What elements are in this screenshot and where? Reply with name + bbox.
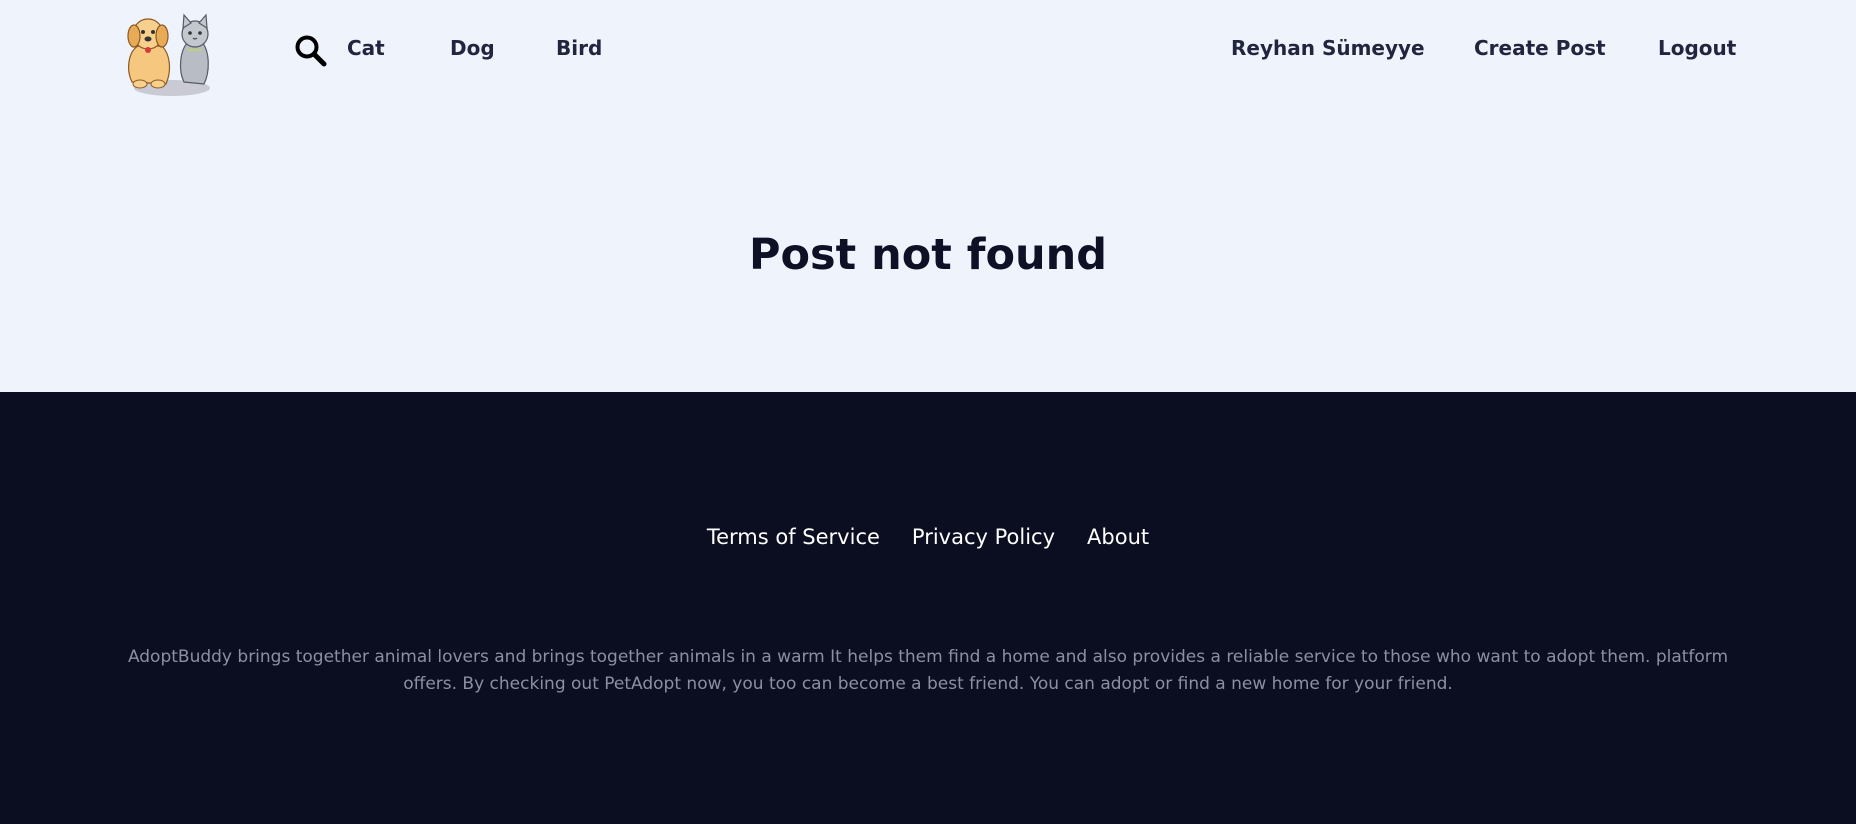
create-post-link[interactable]: Create Post [1474, 36, 1606, 60]
nav-link-cat[interactable]: Cat [347, 36, 385, 60]
nav-link-bird[interactable]: Bird [556, 36, 602, 60]
page-title: Post not found [748, 230, 1108, 280]
dog-and-cat-logo[interactable] [118, 10, 226, 98]
site-header: Cat Dog Bird Reyhan Sümeyye Create Post … [0, 0, 1856, 100]
site-footer: Terms of Service Privacy Policy About Ad… [0, 392, 1856, 824]
logout-link[interactable]: Logout [1658, 36, 1736, 60]
user-profile-link[interactable]: Reyhan Sümeyye [1231, 36, 1425, 60]
search-icon[interactable] [294, 34, 328, 68]
privacy-policy-link[interactable]: Privacy Policy [912, 525, 1055, 549]
footer-description: AdoptBuddy brings together animal lovers… [127, 647, 1729, 694]
nav-link-dog[interactable]: Dog [450, 36, 495, 60]
footer-nav: Terms of Service Privacy Policy About [0, 525, 1856, 549]
main-content: Post not found [0, 100, 1856, 392]
about-link[interactable]: About [1087, 525, 1149, 549]
terms-of-service-link[interactable]: Terms of Service [707, 525, 880, 549]
